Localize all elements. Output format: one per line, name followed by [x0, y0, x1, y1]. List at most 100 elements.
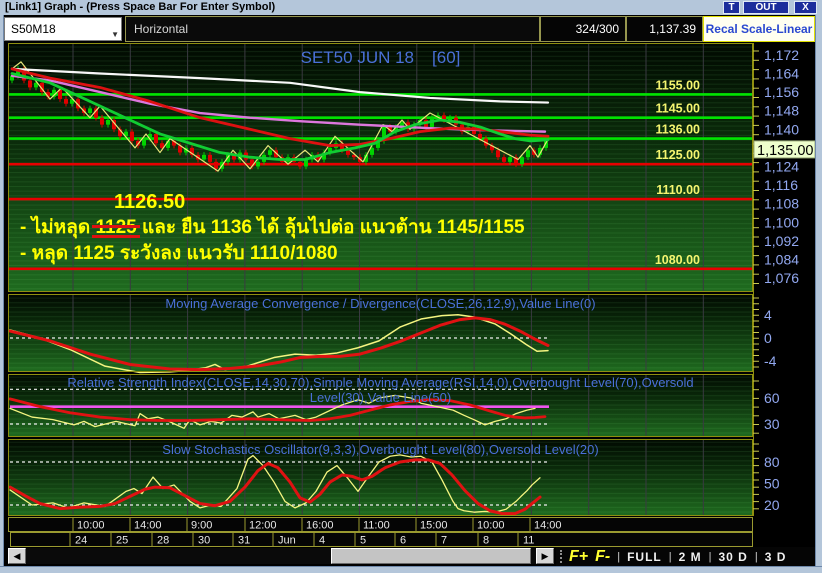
candle [106, 120, 110, 125]
date-label: 31 [238, 535, 250, 547]
time-label: 15:00 [420, 520, 448, 532]
rsi-title: Relative Strength Index(CLOSE,14,30,70),… [8, 375, 753, 405]
range-3d-button[interactable]: 3 D [765, 550, 787, 564]
candle [508, 157, 512, 162]
date-label: 8 [483, 535, 489, 547]
candle [64, 99, 68, 104]
axis-label-1156: 1,156 [764, 84, 799, 100]
annotation-line2: - หลุด 1125 ระวังลง แนวรับ 1110/1080 [20, 243, 338, 264]
level-label-1110: 1110.00 [656, 183, 700, 197]
scale-mode-field[interactable]: Horizontal [125, 16, 540, 42]
time-label: 16:00 [306, 520, 334, 532]
candle [214, 161, 218, 169]
t-button[interactable]: T [723, 1, 740, 14]
date-label: 28 [157, 535, 169, 547]
level-label-1136: 1136.00 [656, 123, 701, 137]
macd-axis-0: 0 [764, 330, 772, 346]
recal-scale-button[interactable]: Recal Scale-Linear [703, 16, 815, 42]
symbol-dropdown[interactable]: S50M18 ▼ [4, 17, 122, 41]
macd-title: Moving Average Convergence / Divergence(… [165, 296, 596, 311]
rsi-axis-30: 30 [764, 416, 780, 432]
candle [154, 133, 158, 144]
candle [256, 161, 260, 167]
candle [100, 117, 104, 125]
candle [208, 154, 212, 162]
app-window: 1155.00 1145.00 1136.00 1125.00 1110.00 1080.… [0, 0, 822, 573]
chart-canvas[interactable]: 1155.00 1145.00 1136.00 1125.00 1110.00 1080.… [0, 0, 822, 573]
axis-label-1164: 1,164 [764, 66, 799, 82]
candle [268, 150, 272, 155]
candle [478, 133, 482, 139]
zoom-out-button[interactable]: F- [595, 548, 610, 566]
stoch-axis-20: 20 [764, 497, 780, 513]
level-label-1125: 1125.00 [656, 148, 701, 162]
window-border-left [0, 0, 4, 573]
separator: | [708, 550, 712, 563]
level-label-1080: 1080.00 [655, 253, 700, 267]
candle [130, 131, 134, 141]
scroll-left-arrow-icon[interactable]: ◀ [8, 548, 26, 564]
horizontal-scrollbar: ◀ ▶ F+ F- | FULL | 2 M | 30 D | 3 D [4, 547, 815, 566]
range-30d-button[interactable]: 30 D [718, 550, 747, 564]
time-label: 11:00 [363, 520, 390, 532]
date-label: 7 [441, 535, 447, 547]
axis-label-1100: 1,100 [764, 214, 799, 230]
annotation-struck-price: 1125 [92, 217, 140, 239]
last-trade-value: 1,137.39 [626, 16, 703, 42]
annotation-line1-prefix: - ไม่หลุด [20, 217, 96, 238]
title-bar: [Link1] Graph - (Press Space Bar For Ent… [0, 0, 822, 15]
axis-label-1148: 1,148 [764, 103, 799, 119]
chart-symbol-title: SET50 JUN 18 [300, 48, 415, 67]
candle [520, 157, 524, 165]
chart-interval: [60] [432, 48, 461, 67]
level-label-1145: 1145.00 [656, 102, 701, 116]
toolbar: S50M18 ▼ Horizontal 324/300 1,137.39 Rec… [4, 15, 815, 43]
window-title: [Link1] Graph - (Press Space Bar For Ent… [5, 1, 276, 13]
range-2m-button[interactable]: 2 M [679, 550, 702, 564]
range-full-button[interactable]: FULL [627, 550, 662, 564]
axis-label-1172: 1,172 [764, 47, 799, 63]
scrollbar-thumb[interactable] [331, 548, 531, 564]
level-label-1155: 1155.00 [656, 78, 701, 92]
separator: | [754, 550, 758, 563]
contracts-value: 324/300 [540, 16, 626, 42]
zoom-in-button[interactable]: F+ [569, 548, 588, 566]
rsi-title-line2: Level(30),Value Line(50) [309, 390, 452, 405]
axis-label-1124: 1,124 [764, 159, 799, 175]
time-label: 10:00 [77, 520, 105, 532]
axis-label-1116: 1,116 [764, 177, 798, 193]
date-label: 11 [523, 535, 534, 547]
price-axis: 1,172 1,164 1,156 1,148 1,140 1,124 1,116 1,108… [753, 43, 816, 516]
last-price-label: 1,135.00 [757, 143, 813, 159]
date-label: 25 [116, 535, 128, 547]
candle [202, 154, 206, 160]
scrollbar-track[interactable] [26, 548, 536, 564]
time-label: 10:00 [477, 520, 505, 532]
time-label: 12:00 [249, 520, 277, 532]
candle [502, 157, 506, 162]
time-axis: 10:00 14:00 9:00 12:00 16:00 11:00 15:00 10:00 1… [8, 517, 753, 547]
time-label: 14:00 [134, 520, 162, 532]
stoch-axis-80: 80 [764, 454, 780, 470]
time-label: 9:00 [191, 520, 212, 532]
candle [88, 108, 92, 114]
axis-label-1084: 1,084 [764, 252, 799, 268]
stoch-axis-50: 50 [764, 476, 780, 492]
chevron-down-icon[interactable]: ▼ [111, 24, 119, 46]
candle [298, 161, 302, 167]
axis-label-1092: 1,092 [764, 233, 799, 249]
axis-label-1076: 1,076 [764, 270, 799, 286]
date-label: 24 [75, 535, 87, 547]
candle [526, 150, 530, 158]
date-label: 5 [360, 535, 366, 547]
close-button[interactable]: X [794, 1, 817, 14]
candle [346, 150, 350, 155]
scroll-right-arrow-icon[interactable]: ▶ [536, 548, 554, 564]
axis-label-1140: 1,140 [764, 121, 799, 137]
rsi-title-line1: Relative Strength Index(CLOSE,14,30,70),… [67, 375, 694, 390]
rsi-axis-60: 60 [764, 390, 780, 406]
out-button[interactable]: OUT [743, 1, 789, 14]
annotation-callout: 1126.50 [114, 191, 186, 213]
stoch-title: Slow Stochastics Oscillator(9,3,3),Overb… [162, 442, 599, 457]
range-button-bar: F+ F- | FULL | 2 M | 30 D | 3 D [556, 547, 815, 566]
